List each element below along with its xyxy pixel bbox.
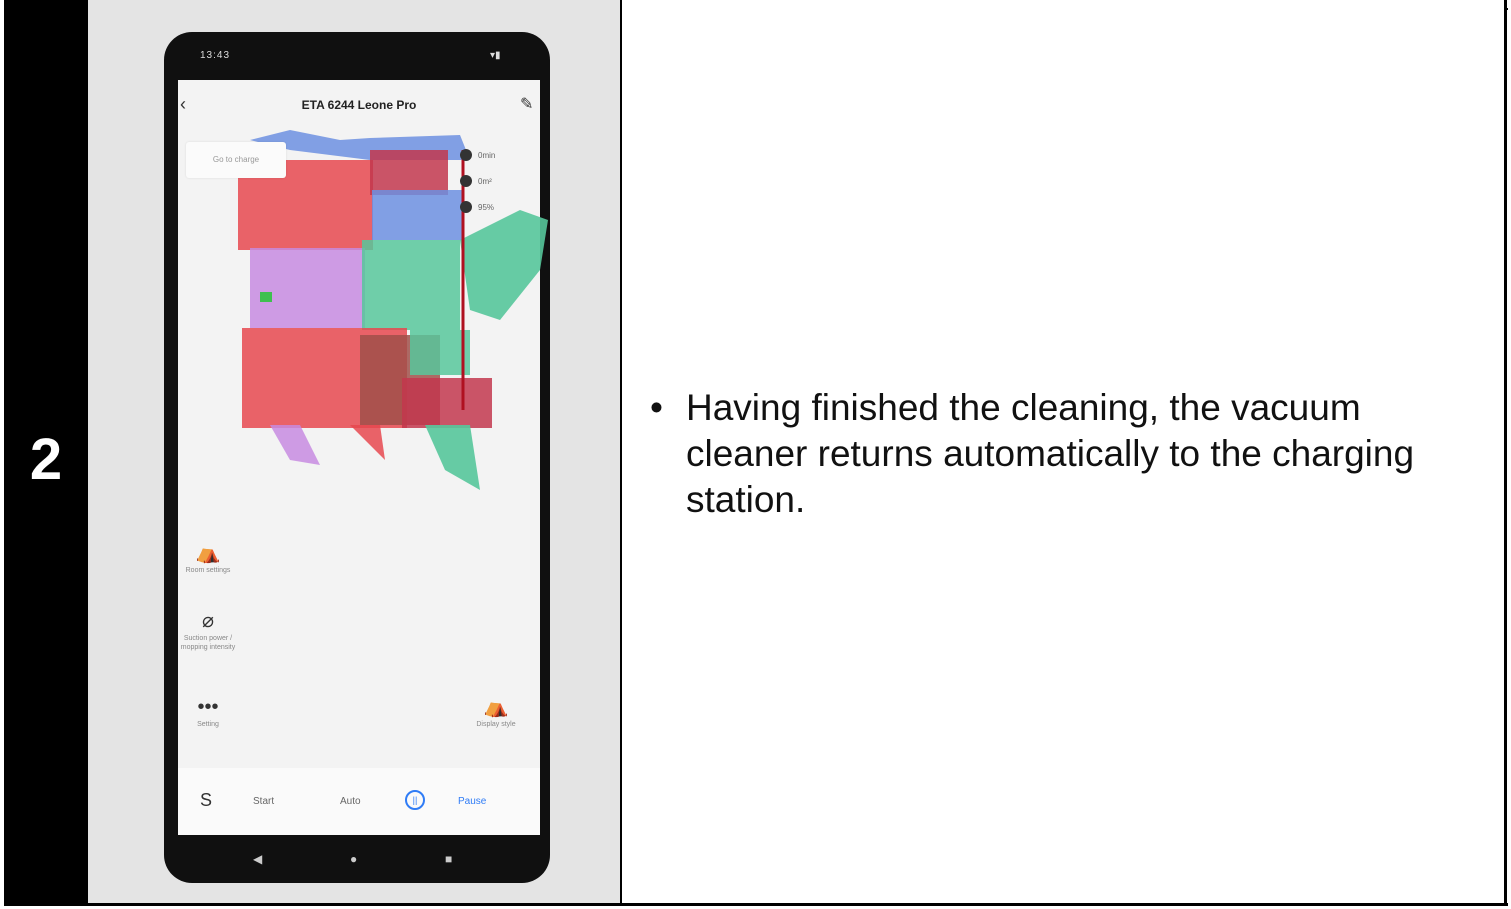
- instruction-item: • Having finished the cleaning, the vacu…: [650, 385, 1480, 523]
- setting-label: Setting: [197, 721, 219, 728]
- auto-label[interactable]: Auto: [340, 796, 361, 807]
- battery-level-icon: [460, 201, 472, 213]
- leaf-icon: ⌀: [201, 610, 215, 632]
- room-settings-button[interactable]: ⛺ Room settings: [178, 540, 238, 575]
- status-time: 13:43: [200, 50, 231, 61]
- stat-time: 0min: [460, 142, 495, 168]
- stat-battery: 95%: [460, 194, 495, 220]
- instruction-table: 2 • Having finished the cleaning, the va…: [0, 0, 1511, 909]
- clock-icon: [460, 149, 472, 161]
- suction-power-button[interactable]: ⌀ Suction power / mopping intensity: [178, 608, 238, 652]
- nav-recents-icon[interactable]: ■: [445, 852, 452, 866]
- nav-back-icon[interactable]: ◀: [253, 852, 262, 866]
- instruction-text: Having finished the cleaning, the vacuum…: [686, 387, 1415, 520]
- stat-area: 0m²: [460, 168, 495, 194]
- cleaning-map: [238, 130, 548, 490]
- battery-icon: ▾▮: [490, 50, 501, 61]
- room-settings-icon: ⛺: [195, 542, 221, 564]
- room-settings-label: Room settings: [185, 567, 231, 574]
- display-style-label: Display style: [476, 721, 516, 728]
- step-number: 2: [29, 427, 63, 492]
- table-bottom-border: [4, 903, 1508, 906]
- more-icon: •••: [197, 696, 219, 718]
- display-style-icon: ⛺: [483, 696, 509, 718]
- edit-icon[interactable]: ✎: [520, 94, 533, 114]
- stat-area-value: 0m²: [478, 176, 492, 186]
- pause-icon[interactable]: ||: [405, 790, 425, 810]
- start-icon[interactable]: S: [200, 790, 212, 811]
- bullet-icon: •: [650, 387, 663, 428]
- cleaning-stats: 0min 0m² 95%: [460, 142, 495, 220]
- step-number-cell: 2: [4, 0, 88, 905]
- display-style-button[interactable]: ⛺ Display style: [466, 694, 526, 729]
- start-label[interactable]: Start: [253, 796, 274, 807]
- nav-home-icon[interactable]: ●: [350, 852, 357, 866]
- app-title: ETA 6244 Leone Pro: [301, 98, 417, 112]
- stat-battery-value: 95%: [478, 202, 495, 212]
- pause-label[interactable]: Pause: [458, 796, 486, 807]
- stat-time-value: 0min: [478, 150, 496, 160]
- suction-power-label: Suction power / mopping intensity: [180, 635, 236, 651]
- area-icon: [460, 175, 472, 187]
- setting-button[interactable]: ••• Setting: [178, 694, 238, 729]
- go-to-charge-label[interactable]: Go to charge: [186, 142, 286, 178]
